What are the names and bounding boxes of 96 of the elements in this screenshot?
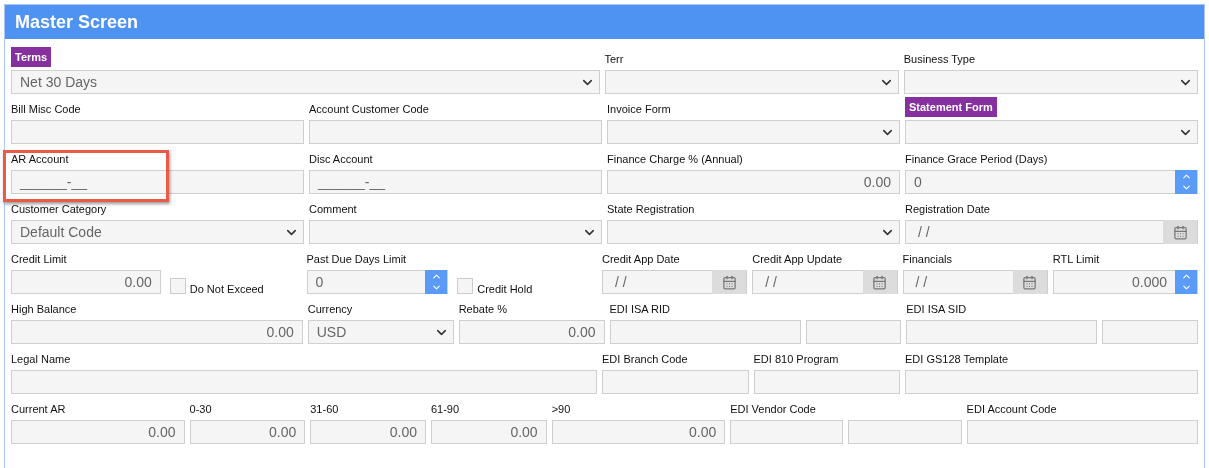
calendar-button[interactable] — [712, 270, 747, 294]
input-field[interactable] — [11, 370, 597, 394]
field-label: EDI GS128 Template — [905, 351, 1009, 367]
number-spinner-field[interactable]: 0 — [306, 270, 449, 294]
field-label: Bill Misc Code — [11, 101, 81, 117]
field-label: Currency — [307, 301, 353, 317]
input-field[interactable] — [805, 320, 902, 344]
field-label: Past Due Days Limit — [306, 251, 407, 267]
select-field[interactable] — [607, 120, 900, 144]
input-field[interactable]: 0.00 — [607, 170, 900, 194]
field-label: Customer Category — [11, 201, 107, 217]
field-label: Terms — [11, 46, 52, 67]
field-label: Terr — [604, 51, 624, 67]
field-label: RTL Limit — [1052, 251, 1100, 267]
spinner-button[interactable] — [1175, 170, 1197, 194]
input-field[interactable] — [609, 320, 801, 344]
field-label: Current AR — [11, 401, 66, 417]
input-field[interactable] — [11, 120, 304, 144]
field-label: Rebate % — [458, 301, 507, 317]
input-field[interactable]: 0.00 — [11, 270, 161, 294]
number-spinner-field[interactable]: 0 — [905, 170, 1198, 194]
field-label: Finance Grace Period (Days) — [905, 151, 1048, 167]
calendar-icon — [1172, 224, 1188, 240]
input-field[interactable]: ______-__ — [11, 170, 304, 194]
calendar-icon — [1022, 274, 1038, 290]
field-label: High Balance — [11, 301, 77, 317]
select-field[interactable]: Default Code — [11, 220, 304, 244]
field-label: 0-30 — [189, 401, 212, 417]
field-label: AR Account — [11, 151, 69, 167]
input-field[interactable] — [966, 420, 1198, 444]
field-label: Finance Charge % (Annual) — [607, 151, 743, 167]
chevron-down-icon — [1180, 282, 1192, 293]
input-field[interactable] — [602, 370, 749, 394]
input-field[interactable]: ______-__ — [309, 170, 602, 194]
field-label: Comment — [309, 201, 357, 217]
calendar-icon — [872, 274, 887, 290]
field-label: 61-90 — [430, 401, 460, 417]
spinner-button[interactable] — [425, 270, 448, 294]
input-field[interactable] — [753, 370, 900, 394]
input-field[interactable] — [906, 320, 1098, 344]
field-label: Credit Limit — [11, 251, 67, 267]
field-label: Credit App Update — [752, 251, 843, 267]
field-label: EDI Branch Code — [602, 351, 688, 367]
calendar-button[interactable] — [862, 270, 897, 294]
checkbox-label: Do Not Exceed — [189, 281, 264, 297]
field-label: Statement Form — [905, 96, 997, 117]
select-field[interactable]: USD — [307, 320, 454, 344]
field-label: 31-60 — [310, 401, 339, 417]
field-label: Credit App Date — [602, 251, 680, 267]
chevron-down-icon — [1180, 182, 1192, 193]
field-label: Legal Name — [11, 351, 71, 367]
field-label: Disc Account — [309, 151, 373, 167]
input-field[interactable] — [1102, 320, 1198, 344]
field-label: EDI Account Code — [966, 401, 1057, 417]
number-spinner-field[interactable]: 0.000 — [1052, 270, 1198, 294]
select-field[interactable] — [905, 120, 1198, 144]
input-field[interactable] — [905, 370, 1198, 394]
input-field[interactable] — [730, 420, 844, 444]
field-label: >90 — [551, 401, 571, 417]
calendar-button[interactable] — [1012, 270, 1047, 294]
select-field[interactable] — [607, 220, 900, 244]
spinner-button[interactable] — [1175, 270, 1197, 294]
input-field[interactable]: 0.00 — [189, 420, 306, 444]
field-label: Business Type — [903, 51, 976, 67]
date-field[interactable]: / / — [602, 270, 748, 294]
chevron-down-icon — [430, 282, 442, 293]
checkbox[interactable] — [457, 278, 474, 294]
input-field[interactable] — [309, 120, 602, 144]
input-field[interactable]: 0.00 — [11, 420, 185, 444]
field-label: EDI ISA SID — [906, 301, 967, 317]
field-label: EDI ISA RID — [609, 301, 671, 317]
select-field[interactable]: Net 30 Days — [11, 70, 600, 94]
checkbox-label: Credit Hold — [477, 281, 533, 297]
select-field[interactable] — [903, 70, 1198, 94]
field-label: EDI 810 Program — [753, 351, 839, 367]
field-label: State Registration — [607, 201, 695, 217]
calendar-icon — [721, 274, 737, 290]
field-label: Account Customer Code — [309, 101, 429, 117]
input-field[interactable]: 0.00 — [310, 420, 426, 444]
input-field[interactable]: 0.00 — [11, 320, 303, 344]
input-field[interactable] — [848, 420, 962, 444]
field-label: EDI Vendor Code — [730, 401, 816, 417]
field-label: Financials — [902, 251, 953, 267]
date-field[interactable]: / / — [752, 270, 898, 294]
input-field[interactable]: 0.00 — [458, 320, 605, 344]
input-field[interactable]: 0.00 — [430, 420, 547, 444]
calendar-button[interactable] — [1163, 220, 1197, 244]
select-field[interactable] — [604, 70, 899, 94]
date-field[interactable]: / / — [905, 220, 1198, 244]
select-field[interactable] — [309, 220, 602, 244]
field-label: Registration Date — [905, 201, 990, 217]
date-field[interactable]: / / — [902, 270, 1048, 294]
field-label: Invoice Form — [607, 101, 671, 117]
checkbox[interactable] — [169, 278, 186, 294]
input-field[interactable]: 0.00 — [551, 420, 726, 444]
window-title: Master Screen — [15, 10, 139, 34]
